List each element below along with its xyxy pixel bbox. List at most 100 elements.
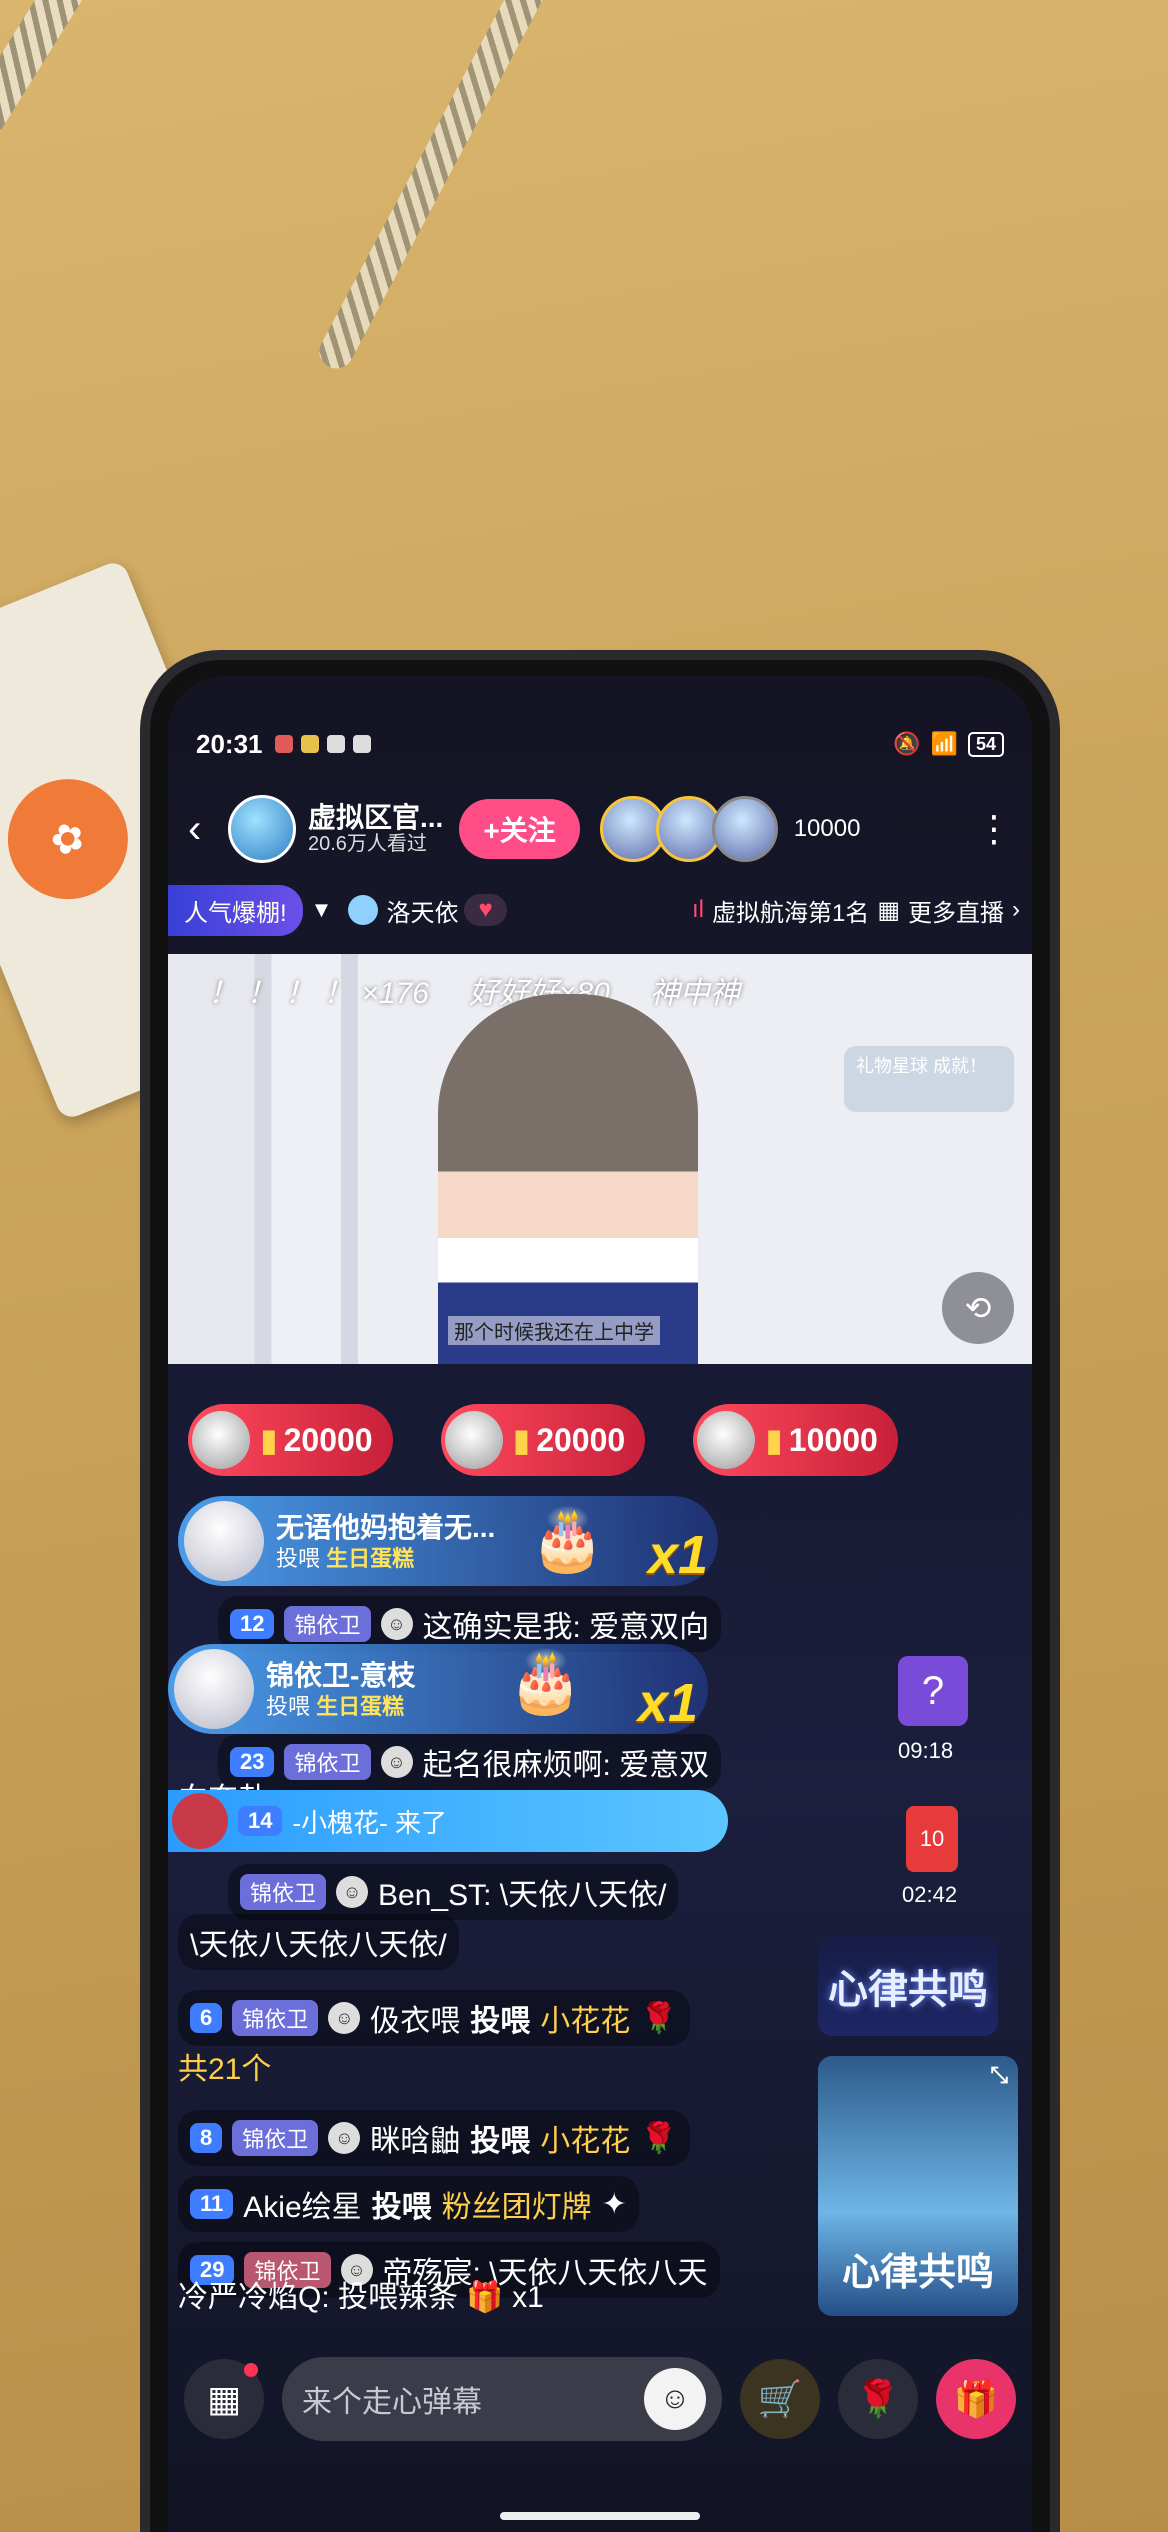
chat-action: 投喂 bbox=[470, 2005, 531, 2038]
event-poster[interactable]: ⤡ 心律共鸣 bbox=[818, 2056, 1018, 2316]
fan-badge: 锦依卫 bbox=[284, 1744, 371, 1780]
input-placeholder: 来个走心弹幕 bbox=[302, 2386, 482, 2419]
gift-icon[interactable]: 🎁 bbox=[936, 2359, 1016, 2439]
online-count[interactable]: 10000 bbox=[794, 815, 861, 843]
gift-action: 投喂 生日蛋糕 bbox=[276, 1545, 495, 1573]
hot-badge[interactable]: 人气爆棚! bbox=[168, 884, 303, 936]
danmaku-item: ！ ！ ！ ！ ×176 bbox=[208, 977, 429, 1010]
gift-planet-widget[interactable]: 礼物星球 成就！ bbox=[844, 1046, 1014, 1112]
pk-item[interactable]: ▮ 20000 bbox=[440, 1404, 646, 1476]
gift-verb: 投喂 bbox=[276, 1545, 321, 1571]
chat-text: 起名很麻烦啊: 爱意双 bbox=[422, 1749, 710, 1782]
chat-action: 投喂 bbox=[470, 2125, 531, 2158]
chat-line-cont: 共21个 bbox=[178, 2053, 272, 2086]
pk-item[interactable]: ▮ 10000 bbox=[693, 1404, 898, 1476]
rotate-screen-icon[interactable]: ⟲ bbox=[942, 1272, 1014, 1344]
mystery-timer: 09:18 bbox=[898, 1738, 954, 1763]
rank-link[interactable]: ıl 虚拟航海第1名 ▦ 更多直播 › bbox=[692, 893, 1020, 928]
face-icon: ☺ bbox=[336, 1876, 369, 1908]
fan-badge: 锦依卫 bbox=[284, 1606, 371, 1642]
chat-line: 锦依卫 ☺ Ben_ST: \天依八天依/ bbox=[228, 1864, 679, 1920]
face-icon: ☺ bbox=[328, 2122, 361, 2154]
status-right: 🔕 📶 54 bbox=[893, 731, 1004, 757]
cake-icon: 🎂 bbox=[508, 1648, 583, 1715]
live-header: ‹ 虚拟区官... 20.6万人看过 +关注 10000 ⋮ bbox=[188, 794, 1012, 864]
pk-value: 20000 bbox=[536, 1421, 626, 1458]
chat-action: 投喂辣条 bbox=[338, 2281, 459, 2314]
cart-icon[interactable]: 🛒 bbox=[740, 2359, 820, 2439]
grid-icon: ▦ bbox=[877, 896, 900, 924]
chat-line: 23 锦依卫 ☺ 起名很麻烦啊: 爱意双 bbox=[218, 1734, 722, 1790]
anchor-info[interactable]: 虚拟区官... 20.6万人看过 bbox=[308, 802, 443, 856]
top-viewers[interactable] bbox=[599, 796, 778, 862]
danmaku-layer: ！ ！ ！ ！ ×176 好好好×80 神中神 bbox=[208, 968, 740, 1012]
mute-icon: 🔕 bbox=[893, 731, 921, 756]
collapse-icon[interactable]: ⤡ bbox=[990, 2062, 1008, 2088]
notification-icons bbox=[274, 735, 371, 753]
face-icon: ☺ bbox=[328, 2002, 361, 2034]
anchor-tag[interactable]: 洛天依 bbox=[348, 893, 458, 928]
flower-icon: 🌹 bbox=[640, 2121, 678, 2155]
gift-popup: 无语他妈抱着无... 投喂 生日蛋糕 bbox=[178, 1496, 718, 1586]
phone-frame: 20:31 🔕 📶 54 ‹ 虚拟区官... 20.6万人看过 +关注 1000… bbox=[150, 660, 1050, 2532]
card-logo-icon: ✿ bbox=[0, 761, 146, 918]
red-packet-icon[interactable]: 10 bbox=[906, 1806, 958, 1872]
chat-text: Ben_ST: \天依八天依/ bbox=[378, 1879, 667, 1912]
tag-avatar bbox=[348, 895, 379, 925]
poster-title: 心律共鸣 bbox=[841, 2252, 994, 2294]
status-bar: 20:31 🔕 📶 54 bbox=[196, 724, 1004, 764]
fan-badge: 锦依卫 bbox=[240, 1874, 327, 1910]
chat-area[interactable]: 无语他妈抱着无... 投喂 生日蛋糕 🎂 x1 12 锦依卫 ☺ 这确实是我: … bbox=[168, 1496, 788, 2316]
cake-icon: 🎂 bbox=[530, 1506, 605, 1573]
level-badge: 14 bbox=[238, 1806, 283, 1836]
enter-avatar bbox=[172, 1793, 228, 1849]
gift-name: 小花花 bbox=[540, 2125, 631, 2158]
pk-value: 20000 bbox=[283, 1421, 373, 1458]
follow-button[interactable]: +关注 bbox=[459, 799, 580, 859]
level-badge: 8 bbox=[190, 2123, 223, 2153]
gift-icon: 🎁 bbox=[466, 2281, 504, 2314]
rose-icon[interactable]: 🌹 bbox=[838, 2359, 918, 2439]
dropdown-icon[interactable]: ▼ bbox=[311, 897, 333, 923]
face-icon: ☺ bbox=[380, 1608, 413, 1640]
pk-avatar bbox=[697, 1411, 756, 1469]
gift-user-avatar bbox=[174, 1649, 254, 1729]
chat-action: 投喂 bbox=[371, 2191, 432, 2224]
enter-text: -小槐花- 来了 bbox=[292, 1807, 448, 1838]
red-packet-timer: 02:42 bbox=[902, 1882, 958, 1907]
status-time: 20:31 bbox=[196, 728, 263, 759]
chat-line: 11 Akie绘星 投喂 粉丝团灯牌 ✦ bbox=[178, 2176, 639, 2232]
event-banner[interactable]: 心律共鸣 bbox=[818, 1936, 998, 2036]
phone-screen: 20:31 🔕 📶 54 ‹ 虚拟区官... 20.6万人看过 +关注 1000… bbox=[168, 676, 1032, 2532]
pk-bar: ▮ 20000 ▮ 20000 ▮ 10000 bbox=[188, 1404, 1020, 1476]
emoji-icon[interactable]: ☺ bbox=[644, 2368, 706, 2430]
fan-badge: 锦依卫 bbox=[232, 2000, 319, 2036]
apps-icon[interactable]: ▦ bbox=[184, 2359, 264, 2439]
pk-item[interactable]: ▮ 20000 bbox=[188, 1404, 393, 1476]
back-icon[interactable]: ‹ bbox=[188, 807, 228, 852]
rank-bars-icon: ıl bbox=[691, 896, 704, 923]
level-badge: 11 bbox=[190, 2189, 234, 2219]
battery-icon: 54 bbox=[967, 731, 1004, 757]
mystery-box-icon[interactable]: ? bbox=[898, 1656, 968, 1726]
anchor-tag-label: 洛天依 bbox=[386, 899, 459, 927]
chat-line: 8 锦依卫 ☺ 眯晗鼬 投喂 小花花 🌹 bbox=[178, 2110, 690, 2166]
gift-name: 生日蛋糕 bbox=[316, 1693, 405, 1719]
level-badge: 23 bbox=[230, 1747, 275, 1777]
bottom-bar: ▦ 来个走心弹幕 ☺ 🛒 🌹 🎁 bbox=[168, 2344, 1032, 2454]
danmaku-item: 神中神 bbox=[649, 977, 740, 1010]
more-live-label: 更多直播 bbox=[908, 899, 1004, 927]
heart-icon[interactable]: ♥ bbox=[464, 894, 507, 926]
anchor-viewers: 20.6万人看过 bbox=[308, 833, 427, 856]
more-icon[interactable]: ⋮ bbox=[976, 808, 1012, 850]
side-widgets: ? 09:18 10 02:42 心律共鸣 ⤡ 心律共鸣 bbox=[798, 1496, 1018, 2316]
chat-user: 眯晗鼬 bbox=[370, 2125, 461, 2158]
live-video[interactable]: ！ ！ ！ ！ ×176 好好好×80 神中神 礼物星球 成就！ 那个时候我还在… bbox=[168, 954, 1032, 1364]
danmaku-input[interactable]: 来个走心弹幕 ☺ bbox=[282, 2357, 722, 2441]
enter-notice: 14 -小槐花- 来了 bbox=[168, 1790, 728, 1852]
gift-user: 锦依卫-意枝 bbox=[266, 1659, 416, 1691]
pk-avatar bbox=[444, 1411, 503, 1469]
anchor-avatar[interactable] bbox=[228, 795, 296, 863]
chat-line: 6 锦依卫 ☺ 伋衣喂 投喂 小花花 🌹 bbox=[178, 1990, 690, 2046]
chat-user: 伋衣喂 bbox=[370, 2005, 461, 2038]
